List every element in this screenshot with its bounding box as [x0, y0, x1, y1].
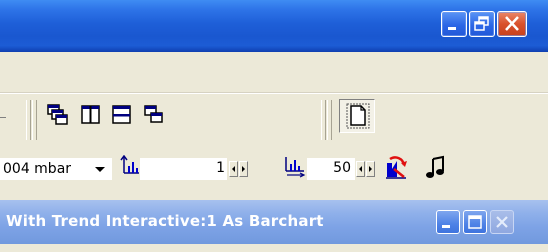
close-icon — [496, 216, 508, 228]
minimize-icon — [448, 27, 456, 30]
page-toggle-button[interactable] — [339, 99, 375, 133]
arrange-windows-icon[interactable] — [143, 104, 165, 126]
cascade-windows-icon[interactable] — [47, 104, 69, 126]
toolbar-grip[interactable] — [26, 100, 31, 140]
window-toolbar — [0, 93, 548, 147]
restore-icon — [474, 16, 489, 31]
menu-bar — [0, 52, 548, 93]
maximize-icon — [468, 215, 482, 229]
spin1-left-button[interactable] — [229, 161, 238, 177]
tile-vertical-icon[interactable] — [80, 104, 102, 126]
child-window-title: With Trend Interactive:1 As Barchart — [6, 212, 324, 230]
toolbar-grip[interactable] — [321, 100, 326, 140]
chart-reset-icon[interactable] — [384, 155, 410, 181]
child-maximize-button[interactable] — [463, 210, 487, 234]
pressure-select-value: 004 mbar — [3, 161, 72, 177]
main-title-bar[interactable] — [0, 0, 548, 52]
window-body-edge — [0, 244, 548, 252]
spin2-left-button[interactable] — [356, 161, 365, 177]
separator-stub — [0, 117, 6, 118]
new-page-icon — [346, 103, 370, 129]
toolbar-grip[interactable] — [327, 100, 332, 140]
close-icon — [505, 16, 519, 31]
spin2-right-button[interactable] — [366, 161, 375, 177]
x-axis-scale-icon[interactable] — [283, 155, 307, 179]
spin2-value: 50 — [333, 160, 351, 176]
close-button[interactable] — [497, 11, 527, 37]
child-close-button[interactable] — [490, 210, 514, 234]
minimize-icon — [442, 225, 450, 228]
restore-button[interactable] — [469, 11, 495, 37]
spin1-value: 1 — [216, 160, 225, 176]
spin1-right-button[interactable] — [239, 161, 248, 177]
toolbar-grip[interactable] — [32, 100, 37, 140]
music-note-icon[interactable] — [425, 155, 447, 181]
tile-horizontal-icon[interactable] — [111, 104, 133, 126]
chevron-right-icon — [242, 166, 245, 172]
minimize-button[interactable] — [441, 11, 467, 37]
child-minimize-button[interactable] — [436, 210, 460, 234]
y-axis-scale-icon[interactable] — [119, 155, 141, 177]
chevron-right-icon — [369, 166, 372, 172]
chevron-left-icon — [232, 166, 235, 172]
chevron-left-icon — [359, 166, 362, 172]
chevron-down-icon[interactable] — [89, 158, 111, 180]
